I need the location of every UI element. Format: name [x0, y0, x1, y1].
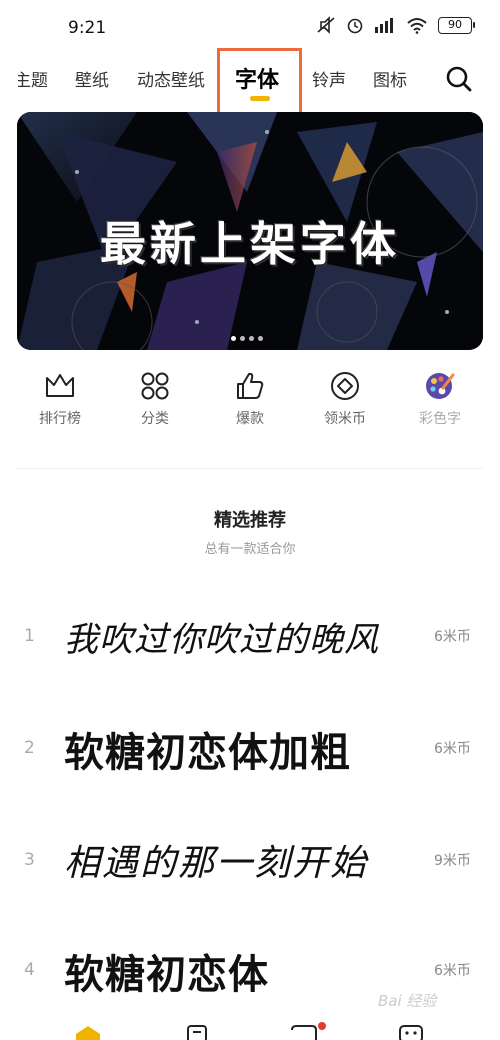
quick-menu-coins[interactable]: 领米币	[305, 370, 385, 428]
status-bar: 9:21 90	[0, 0, 500, 52]
tab-theme[interactable]: 主题	[18, 66, 48, 91]
carousel-dot	[258, 336, 263, 341]
search-button[interactable]	[444, 64, 474, 94]
tab-icons[interactable]: 图标	[373, 66, 407, 91]
thumbs-up-icon	[237, 372, 264, 399]
font-price: 9米币	[434, 853, 471, 869]
profile-nav-icon[interactable]	[396, 1020, 426, 1040]
status-time: 9:21	[68, 18, 107, 38]
font-price: 6米币	[434, 741, 471, 757]
font-name: 软糖初恋体	[64, 951, 269, 998]
grid-icon	[141, 372, 169, 400]
tab-wallpaper[interactable]: 壁纸	[75, 66, 109, 91]
font-rank: 2	[24, 738, 35, 758]
banner-title: 最新上架字体	[100, 217, 400, 271]
quick-menu-label: 领米币	[324, 411, 366, 427]
font-name: 相遇的那一刻开始	[64, 843, 369, 884]
bottom-navigation	[0, 1020, 500, 1040]
status-icons: 90	[316, 16, 475, 34]
watermark-text: Bai 经验	[378, 992, 437, 1010]
mute-icon	[317, 16, 335, 34]
font-list-item[interactable]: 3 相遇的那一刻开始 9米币	[0, 824, 500, 904]
quick-menu-label: 排行榜	[39, 411, 81, 427]
crown-icon	[46, 374, 74, 397]
carousel-dots	[231, 336, 263, 341]
font-list-item[interactable]: 1 我吹过你吹过的晚风 6米币	[0, 600, 500, 680]
font-rank: 4	[24, 960, 35, 980]
carousel-dot	[231, 336, 236, 341]
home-nav-icon[interactable]	[72, 1020, 104, 1040]
quick-menu-category[interactable]: 分类	[115, 370, 195, 428]
font-price: 6米币	[434, 629, 471, 645]
font-name: 软糖初恋体加粗	[64, 729, 351, 776]
font-list-item[interactable]: 2 软糖初恋体加粗 6米币	[0, 712, 500, 792]
search-icon	[446, 66, 472, 92]
battery-indicator: 90	[438, 16, 475, 34]
tab-live-wallpaper[interactable]: 动态壁纸	[137, 66, 205, 91]
section-subtitle: 总有一款适合你	[204, 542, 296, 557]
signal-icon	[375, 18, 393, 33]
promo-banner[interactable]: 最新上架字体	[17, 112, 483, 350]
quick-menu-label: 爆款	[236, 411, 264, 427]
font-name: 我吹过你吹过的晚风	[64, 620, 379, 660]
section-title: 精选推荐	[214, 510, 286, 531]
wifi-icon	[407, 18, 427, 34]
carousel-dot	[240, 336, 245, 341]
alarm-icon	[347, 18, 363, 34]
font-price: 6米币	[434, 963, 471, 979]
section-divider	[17, 468, 483, 469]
font-rank: 3	[24, 850, 35, 870]
quick-menu-label: 分类	[141, 411, 169, 427]
tab-ringtones[interactable]: 铃声	[312, 66, 346, 91]
coin-icon	[331, 372, 359, 400]
quick-menu-hot[interactable]: 爆款	[210, 370, 290, 428]
messages-nav-icon[interactable]	[288, 1020, 328, 1040]
quick-menu-color-fonts[interactable]: 彩色字	[400, 370, 480, 428]
document-nav-icon[interactable]	[184, 1020, 210, 1040]
quick-menu: 排行榜 分类 爆款 领米币 彩色字	[0, 370, 500, 440]
palette-icon	[426, 373, 455, 399]
font-rank: 1	[24, 626, 35, 646]
carousel-dot	[249, 336, 254, 341]
quick-menu-label: 彩色字	[419, 411, 461, 427]
quick-menu-ranking[interactable]: 排行榜	[20, 370, 100, 428]
